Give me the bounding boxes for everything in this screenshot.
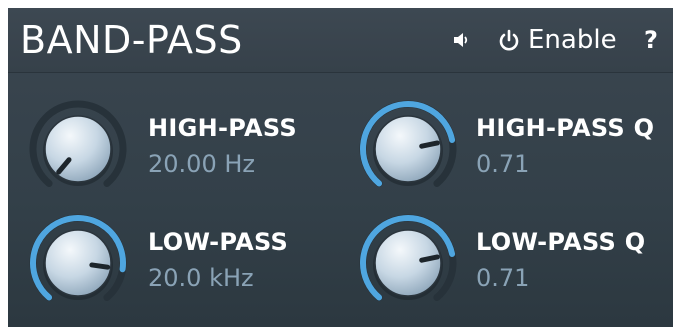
knob-pointer [419,254,440,263]
high-pass-label: HIGH-PASS [148,114,297,142]
mute-button[interactable] [452,24,472,56]
knob-cap [44,115,112,183]
low-pass-q-label: LOW-PASS Q [476,228,646,256]
high-pass-q-label: HIGH-PASS Q [476,114,655,142]
low-pass-knob[interactable] [28,213,128,313]
band-pass-panel: BAND-PASS Enable ? HIGH-PASS 20.00 Hz HI… [8,8,673,327]
panel-header: BAND-PASS Enable ? [8,8,673,73]
high-pass-value[interactable]: 20.00 Hz [148,150,255,178]
enable-label: Enable [528,25,617,55]
knob-pointer [419,140,440,149]
low-pass-value[interactable]: 20.0 kHz [148,264,254,292]
low-pass-label: LOW-PASS [148,228,289,256]
knob-cap [374,229,442,297]
power-icon [499,29,519,51]
high-pass-q-knob[interactable] [358,99,458,199]
speaker-icon [454,33,468,47]
enable-button[interactable]: Enable [498,24,617,56]
knob-cap [44,229,112,297]
low-pass-q-value[interactable]: 0.71 [476,264,529,292]
knob-pointer [89,262,111,270]
high-pass-q-value[interactable]: 0.71 [476,150,529,178]
low-pass-q-knob[interactable] [358,213,458,313]
panel-title: BAND-PASS [20,18,243,62]
high-pass-knob[interactable] [28,99,128,199]
knob-cap [374,115,442,183]
help-button[interactable]: ? [644,24,658,56]
